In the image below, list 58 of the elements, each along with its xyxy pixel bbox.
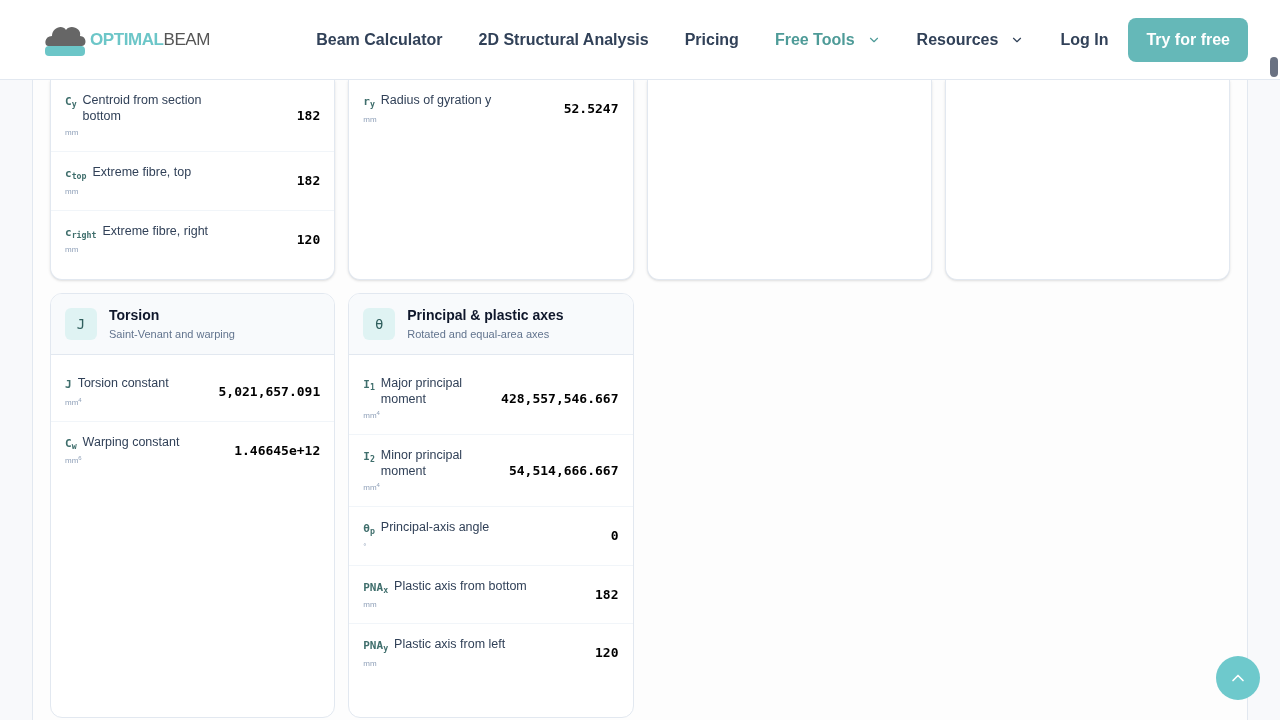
nav-link[interactable]: 2D Structural Analysis: [478, 27, 649, 52]
unit: mm: [363, 599, 377, 611]
logo[interactable]: OPTIMALBEAM: [40, 21, 210, 58]
property-label: Plastic axis from bottom: [394, 577, 527, 594]
unit: mm: [65, 185, 79, 198]
symbol: I$_{2}$: [363, 449, 375, 466]
property-value: 182: [295, 106, 321, 125]
unit: mm$^{6}$: [65, 455, 82, 467]
property-label: Principal-axis angle: [380, 519, 490, 535]
property-value: 52.5247: [562, 100, 619, 118]
property-label: Radius of gyration y: [380, 92, 492, 108]
nav-link[interactable]: Log In: [1060, 27, 1109, 52]
property-value: 120: [295, 230, 321, 249]
property-value: 182: [295, 172, 321, 190]
unit: °: [363, 540, 367, 553]
card-subtitle: Rotated and equal-area axes: [407, 327, 551, 343]
logo-text: OPTIMALBEAM: [90, 28, 210, 51]
symbol: I$_{1}$: [363, 377, 375, 394]
property-value: 5,021,657.091: [217, 383, 321, 401]
property-label: Plastic axis from left: [394, 636, 506, 652]
property-value: 428,557,546.667: [500, 389, 619, 408]
symbol: J: [65, 377, 72, 393]
symbol: C$_{w}$: [65, 435, 77, 452]
property-value: 54,514,666.667: [507, 461, 619, 480]
symbol: c$_{right}$: [65, 224, 97, 241]
unit: mm: [363, 657, 377, 670]
symbol: c$_{top}$: [65, 166, 87, 183]
property-label: Minor principal moment: [380, 447, 464, 479]
property-value: 1.46645e+12: [233, 441, 321, 460]
nav-link[interactable]: Resources: [916, 27, 1025, 52]
symbol: PNA$_{x}$: [363, 579, 389, 596]
symbol: C$_{y}$: [65, 94, 77, 111]
property-label: Extreme fibre, right: [102, 222, 209, 239]
symbol: θ$_{p}$: [363, 521, 375, 538]
unit: mm$^{4}$: [65, 396, 82, 409]
unit: mm: [65, 127, 79, 139]
property-value: 120: [594, 644, 619, 662]
card-icon: J: [65, 308, 97, 340]
unit: mm$^{4}$: [363, 482, 380, 494]
unit: mm: [363, 113, 377, 126]
property-label: Warping constant: [82, 433, 180, 450]
unit: mm$^{4}$: [363, 410, 380, 422]
card-title: Principal & plastic axes: [407, 306, 564, 326]
property-value: 182: [594, 585, 619, 604]
property-label: Major principal moment: [380, 375, 464, 407]
card-title: Torsion: [109, 306, 161, 326]
card-subtitle: Saint-Venant and warping: [109, 327, 235, 343]
nav-link[interactable]: Beam Calculator: [316, 27, 443, 52]
nav-link[interactable]: Pricing: [684, 27, 739, 52]
property-value: 0: [609, 527, 619, 545]
property-label: Extreme fibre, top: [92, 164, 192, 180]
symbol: PNA$_{y}$: [363, 638, 389, 655]
property-label: Torsion constant: [77, 375, 169, 391]
unit: mm: [65, 244, 79, 256]
scrollbar-thumb[interactable]: [1270, 57, 1278, 77]
card-icon: θ: [363, 308, 396, 340]
property-label: Centroid from section bottom: [82, 92, 203, 124]
symbol: r$_{y}$: [363, 94, 375, 111]
